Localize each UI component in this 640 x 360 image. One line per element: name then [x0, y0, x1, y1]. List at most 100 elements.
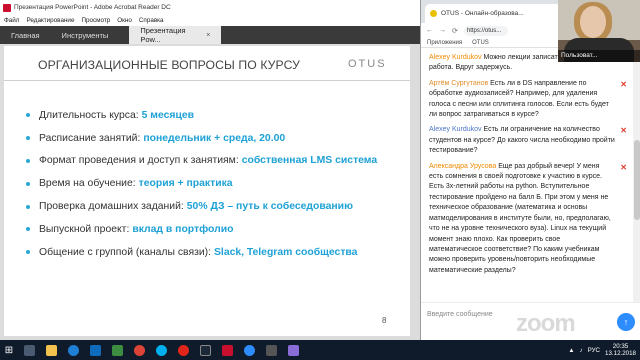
browser-tab[interactable]: OTUS - Онлайн-образова... [425, 4, 561, 23]
bullet-dot-icon [26, 158, 30, 163]
menu-file[interactable]: Файл [4, 17, 19, 24]
acrobat-tabbar: Главная Инструменты Презентация Pow... × [0, 26, 420, 44]
forward-arrow-icon[interactable]: → [439, 27, 446, 34]
bullet-dot-icon [26, 113, 30, 118]
delete-message-icon[interactable]: ✕ [620, 80, 627, 90]
language-indicator[interactable]: РУС [588, 347, 600, 354]
bookmark-otus[interactable]: OTUS [472, 40, 489, 46]
message-author: Артём Сургутанов [429, 79, 489, 87]
message-author: Alexey Kurdukov [429, 126, 482, 134]
steam-icon[interactable] [194, 340, 216, 360]
acrobat-taskbar-icon[interactable] [216, 340, 238, 360]
bullet-item: Выпускной проект: вклад в портфолио [26, 218, 406, 241]
slide-page-number: 8 [382, 316, 387, 325]
scrollbar-thumb[interactable] [634, 140, 640, 220]
bullet-label: Выпускной проект: [39, 223, 130, 235]
outlook-icon[interactable] [84, 340, 106, 360]
bullet-value: понедельник + среда, 20.00 [143, 132, 286, 144]
chat-message: Александра Урусова Еще раз добрый вечер!… [421, 159, 633, 278]
task-view-icon[interactable] [18, 340, 40, 360]
acrobat-menubar: Файл Редактирование Просмотр Окно Справк… [0, 15, 420, 26]
bullet-item: Проверка домашних заданий: 50% ДЗ – путь… [26, 195, 406, 218]
skype-icon[interactable] [150, 340, 172, 360]
bullet-label: Расписание занятий: [39, 132, 141, 144]
message-input[interactable]: Введите сообщение [427, 311, 493, 318]
bullet-value: собственная LMS система [241, 155, 378, 167]
bullet-label: Формат проведения и доступ к занятиям: [39, 155, 239, 167]
bullet-item: Общение с группой (каналы связи): Slack,… [26, 241, 406, 264]
app-icon[interactable] [106, 340, 128, 360]
tab-document[interactable]: Презентация Pow... × [129, 26, 222, 44]
menu-view[interactable]: Просмотр [81, 17, 110, 24]
zoom-watermark: zoom [516, 310, 576, 337]
bullet-value: 50% ДЗ – путь к собеседованию [186, 201, 353, 213]
menu-help[interactable]: Справка [139, 17, 164, 24]
bullet-dot-icon [26, 204, 30, 209]
bullet-label: Проверка домашних заданий: [39, 201, 184, 213]
document-viewer: ОРГАНИЗАЦИОННЫЕ ВОПРОСЫ ПО КУРСУ OTUS Дл… [0, 44, 420, 340]
chat-scrollbar[interactable] [633, 50, 640, 302]
address-bar[interactable]: https://otus... [463, 25, 508, 36]
chrome-icon[interactable] [128, 340, 150, 360]
bookmark-apps[interactable]: Приложения [427, 40, 462, 46]
bullet-item: Длительность курса: 5 месяцев [26, 104, 406, 127]
files-icon[interactable] [260, 340, 282, 360]
send-button[interactable]: ↑ [617, 313, 635, 331]
bullet-label: Время на обучение: [39, 178, 136, 190]
webcam-name-label: Пользоват... [558, 50, 640, 62]
message-author: Alexey Kurdukov [429, 54, 482, 61]
message-author: Александра Урусова [429, 162, 497, 170]
yandex-icon[interactable] [172, 340, 194, 360]
close-tab-icon[interactable]: × [206, 32, 210, 39]
bullet-label: Длительность курса: [39, 109, 139, 121]
otus-logo: OTUS [348, 58, 387, 70]
bullet-dot-icon [26, 181, 30, 186]
menu-window[interactable]: Окно [117, 17, 132, 24]
start-button-icon[interactable]: ⊞ [0, 340, 18, 360]
webcam-thumbnail[interactable]: Пользоват... [558, 0, 640, 62]
message-text: Еще раз добрый вечер! У меня есть сомнен… [429, 162, 611, 274]
clock-time: 20:35 [612, 342, 629, 350]
bullet-value: 5 месяцев [141, 109, 194, 121]
chat-message: Артём Сургутанов Есть ли в DS направлени… [421, 76, 633, 123]
volume-icon[interactable]: ♪ [580, 347, 583, 354]
bullet-item: Расписание занятий: понедельник + среда,… [26, 127, 406, 150]
browser-tab-title: OTUS - Онлайн-образова... [441, 10, 524, 17]
tab-home[interactable]: Главная [0, 26, 51, 44]
bullet-value: вклад в портфолио [132, 223, 234, 235]
bullet-dot-icon [26, 227, 30, 232]
bullet-value: Slack, Telegram сообщества [214, 246, 358, 258]
taskbar: ⊞ ▲ ♪ РУС 20:35 13.12.2018 [0, 340, 640, 360]
acrobat-logo-icon [3, 3, 11, 12]
delete-message-icon[interactable]: ✕ [620, 126, 627, 136]
taskbar-clock[interactable]: 20:35 13.12.2018 [605, 343, 636, 358]
tab-tools[interactable]: Инструменты [51, 26, 120, 44]
photos-icon[interactable] [282, 340, 304, 360]
clock-date: 13.12.2018 [605, 350, 636, 357]
menu-edit[interactable]: Редактирование [26, 17, 74, 24]
otus-favicon-icon [430, 10, 437, 17]
bullet-list: Длительность курса: 5 месяцев Расписание… [26, 104, 406, 264]
zoom-taskbar-icon[interactable] [238, 340, 260, 360]
slide-title: ОРГАНИЗАЦИОННЫЕ ВОПРОСЫ ПО КУРСУ [38, 58, 300, 72]
bullet-item: Формат проведения и доступ к занятиям: с… [26, 150, 406, 173]
explorer-icon[interactable] [40, 340, 62, 360]
system-tray: ▲ ♪ РУС 20:35 13.12.2018 [568, 340, 636, 360]
acrobat-titlebar: Презентация PowerPoint - Adobe Acrobat R… [0, 0, 420, 15]
send-arrow-icon: ↑ [623, 317, 629, 327]
bullet-item: Время на обучение: теория + практика [26, 172, 406, 195]
bullet-dot-icon [26, 250, 30, 255]
edge-icon[interactable] [62, 340, 84, 360]
chat-message-list: Alexey Kurdukov Можно лекции записать? У… [421, 50, 633, 302]
delete-message-icon[interactable]: ✕ [620, 163, 627, 173]
network-icon[interactable]: ▲ [568, 347, 574, 354]
desktop: Презентация PowerPoint - Adobe Acrobat R… [0, 0, 640, 360]
bullet-label: Общение с группой (каналы связи): [39, 246, 211, 258]
reload-icon[interactable]: ⟳ [452, 27, 458, 35]
slide-page: ОРГАНИЗАЦИОННЫЕ ВОПРОСЫ ПО КУРСУ OTUS Дл… [4, 46, 410, 336]
bullet-value: теория + практика [138, 178, 233, 190]
acrobat-window: Презентация PowerPoint - Adobe Acrobat R… [0, 0, 420, 340]
bullet-dot-icon [26, 136, 30, 141]
window-title: Презентация PowerPoint - Adobe Acrobat R… [14, 4, 171, 11]
back-arrow-icon[interactable]: ← [426, 27, 433, 34]
